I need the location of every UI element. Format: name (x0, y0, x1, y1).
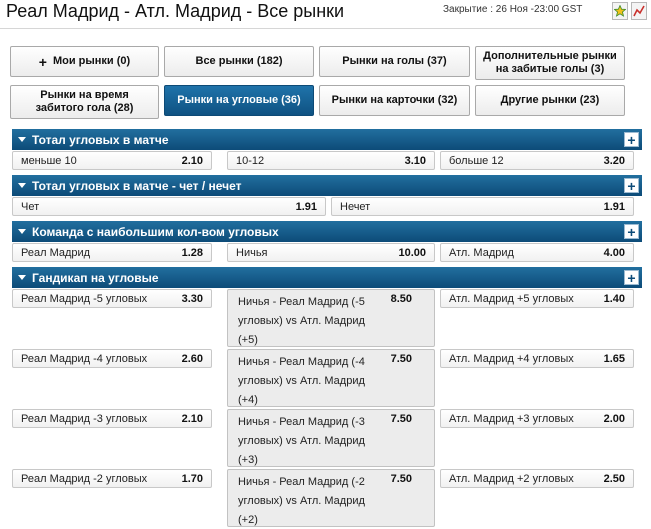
section-title: Тотал угловых в матче (32, 133, 169, 147)
odds-label: Реал Мадрид -5 угловых (21, 293, 148, 305)
odds-label: Реал Мадрид (21, 247, 91, 259)
section-header-most-corners[interactable]: Команда с наибольшим кол-вом угловых + (12, 221, 642, 242)
section-header-total-corners[interactable]: Тотал угловых в матче + (12, 129, 642, 150)
odds-button[interactable]: Атл. Мадрид +3 угловых 2.00 (440, 409, 634, 428)
page-header: Реал Мадрид - Атл. Мадрид - Все рынки За… (0, 0, 651, 30)
odds-label: меньше 10 (21, 155, 77, 167)
odds-button[interactable]: Ничья - Реал Мадрид (-4 угловых) vs Атл.… (227, 349, 435, 407)
section-header-handicap-corners[interactable]: Гандикап на угловые + (12, 267, 642, 288)
odds-price: 1.28 (181, 247, 203, 259)
odds-price: 7.50 (390, 413, 412, 425)
odds-price: 2.50 (603, 473, 625, 485)
star-icon[interactable] (612, 2, 628, 20)
plus-icon: + (38, 53, 47, 70)
odds-price: 2.60 (181, 353, 203, 365)
collapse-arrow-icon (18, 183, 26, 188)
odds-button[interactable]: 10-12 3.10 (227, 151, 435, 170)
other-markets-button[interactable]: Другие рынки (23) (475, 85, 625, 116)
cards-markets-button[interactable]: Рынки на карточки (32) (319, 85, 470, 116)
odds-price: 8.50 (390, 293, 412, 305)
add-market-icon[interactable]: + (624, 132, 639, 147)
odds-button[interactable]: Атл. Мадрид +5 угловых 1.40 (440, 289, 634, 308)
odds-label: Ничья - Реал Мадрид (-5 угловых) vs Атл.… (238, 296, 365, 346)
cards-markets-label: Рынки на карточки (32) (331, 94, 458, 106)
all-markets-button[interactable]: Все рынки (182) (164, 46, 314, 77)
odds-button[interactable]: Реал Мадрид -2 угловых 1.70 (12, 469, 212, 488)
closing-time: Закрытие : 26 Ноя -23:00 GST (443, 4, 583, 15)
header-divider (0, 28, 651, 29)
odds-button[interactable]: Атл. Мадрид +4 угловых 1.65 (440, 349, 634, 368)
odds-price: 3.30 (181, 293, 203, 305)
collapse-arrow-icon (18, 137, 26, 142)
odds-label: Ничья - Реал Мадрид (-3 угловых) vs Атл.… (238, 416, 365, 466)
my-markets-label: Мои рынки (0) (52, 55, 131, 67)
odds-button[interactable]: Реал Мадрид -3 угловых 2.10 (12, 409, 212, 428)
goals-markets-label: Рынки на голы (37) (342, 55, 447, 67)
odds-button[interactable]: Реал Мадрид -5 угловых 3.30 (12, 289, 212, 308)
odds-label: Атл. Мадрид +3 угловых (449, 413, 574, 425)
odds-button[interactable]: Ничья - Реал Мадрид (-3 угловых) vs Атл.… (227, 409, 435, 467)
odds-button[interactable]: Атл. Мадрид 4.00 (440, 243, 634, 262)
odds-price: 2.10 (181, 413, 203, 425)
section-title: Гандикап на угловые (32, 271, 159, 285)
odds-label: Атл. Мадрид (449, 247, 514, 259)
odds-button[interactable]: Реал Мадрид 1.28 (12, 243, 212, 262)
odds-button[interactable]: Ничья - Реал Мадрид (-5 угловых) vs Атл.… (227, 289, 435, 347)
odds-button[interactable]: Реал Мадрид -4 угловых 2.60 (12, 349, 212, 368)
goal-time-markets-label: Рынки на время забитого гола (28) (35, 89, 134, 114)
odds-price: 4.00 (603, 247, 625, 259)
section-title: Тотал угловых в матче - чет / нечет (32, 179, 242, 193)
odds-price: 1.91 (295, 201, 317, 213)
odds-price: 7.50 (390, 353, 412, 365)
odds-price: 7.50 (390, 473, 412, 485)
odds-price: 3.10 (404, 155, 426, 167)
page-title: Реал Мадрид - Атл. Мадрид - Все рынки (6, 1, 345, 21)
odds-label: 10-12 (236, 155, 265, 167)
other-markets-label: Другие рынки (23) (500, 94, 600, 106)
odds-label: Реал Мадрид -2 угловых (21, 473, 148, 485)
collapse-arrow-icon (18, 275, 26, 280)
odds-label: Реал Мадрид -3 угловых (21, 413, 148, 425)
odds-label: Атл. Мадрид +5 угловых (449, 293, 574, 305)
extra-goals-markets-button[interactable]: Дополнительные рынки на забитые голы (3) (475, 46, 625, 80)
odds-label: Реал Мадрид -4 угловых (21, 353, 148, 365)
odds-label: Нечет (340, 201, 371, 213)
goals-markets-button[interactable]: Рынки на голы (37) (319, 46, 470, 77)
corners-markets-button[interactable]: Рынки на угловые (36) (164, 85, 314, 116)
odds-price: 1.70 (181, 473, 203, 485)
odds-button[interactable]: Чет 1.91 (12, 197, 326, 216)
odds-label: Ничья - Реал Мадрид (-2 угловых) vs Атл.… (238, 476, 365, 526)
odds-button[interactable]: Нечет 1.91 (331, 197, 634, 216)
odds-label: Атл. Мадрид +2 угловых (449, 473, 574, 485)
odds-label: Атл. Мадрид +4 угловых (449, 353, 574, 365)
corners-markets-label: Рынки на угловые (36) (177, 94, 301, 106)
odds-button[interactable]: меньше 10 2.10 (12, 151, 212, 170)
odds-label: Ничья - Реал Мадрид (-4 угловых) vs Атл.… (238, 356, 365, 406)
extra-goals-markets-label: Дополнительные рынки на забитые голы (3) (483, 50, 617, 75)
my-markets-button[interactable]: + Мои рынки (0) (10, 46, 159, 77)
odds-button[interactable]: больше 12 3.20 (440, 151, 634, 170)
odds-price: 1.65 (603, 353, 625, 365)
odds-price: 3.20 (603, 155, 625, 167)
add-market-icon[interactable]: + (624, 224, 639, 239)
odds-price: 2.10 (181, 155, 203, 167)
odds-label: Ничья (236, 247, 268, 259)
collapse-arrow-icon (18, 229, 26, 234)
odds-price: 1.40 (603, 293, 625, 305)
section-header-odd-even-corners[interactable]: Тотал угловых в матче - чет / нечет + (12, 175, 642, 196)
odds-price: 10.00 (398, 247, 426, 259)
odds-price: 2.00 (603, 413, 625, 425)
add-market-icon[interactable]: + (624, 178, 639, 193)
odds-button[interactable]: Атл. Мадрид +2 угловых 2.50 (440, 469, 634, 488)
odds-button[interactable]: Ничья - Реал Мадрид (-2 угловых) vs Атл.… (227, 469, 435, 527)
odds-button[interactable]: Ничья 10.00 (227, 243, 435, 262)
goal-time-markets-button[interactable]: Рынки на время забитого гола (28) (10, 85, 159, 119)
odds-label: больше 12 (449, 155, 504, 167)
add-market-icon[interactable]: + (624, 270, 639, 285)
section-title: Команда с наибольшим кол-вом угловых (32, 225, 279, 239)
chart-icon[interactable] (631, 2, 647, 20)
odds-price: 1.91 (603, 201, 625, 213)
odds-label: Чет (21, 201, 40, 213)
all-markets-label: Все рынки (182) (195, 55, 283, 67)
